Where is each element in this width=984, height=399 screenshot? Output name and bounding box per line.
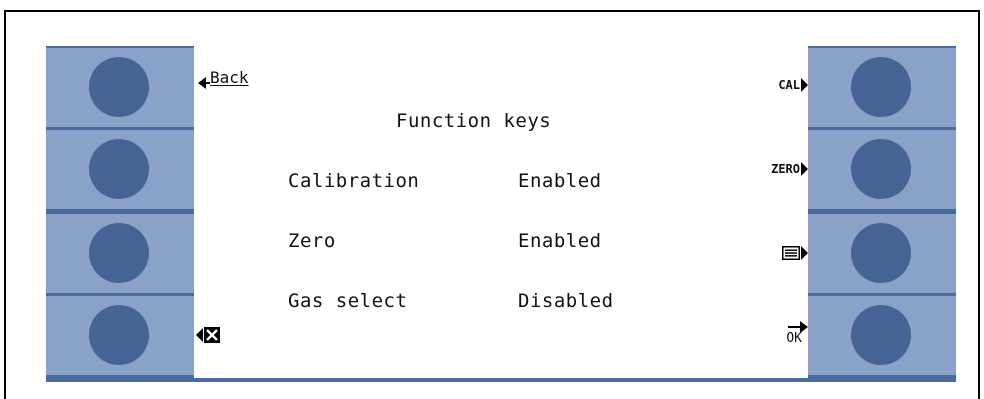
arrow-right-icon [801,246,808,260]
row-value-calibration: Enabled [518,170,602,192]
left-key-slot-4 [46,296,194,375]
arrow-left-icon [196,328,203,342]
right-key-slot-2 [808,130,956,209]
back-softkey-label: Back [198,68,249,90]
row-value-gas-select: Disabled [518,290,614,312]
right-key-3-list[interactable] [851,223,911,283]
cancel-x-icon [204,327,220,343]
list-softkey-label [782,246,808,260]
cal-label: CAL [778,78,800,92]
zero-label: ZERO [771,162,800,176]
row-name-calibration: Calibration [288,170,420,192]
right-key-1-cal[interactable] [851,57,911,117]
right-key-4-ok[interactable] [851,305,911,365]
ok-label: OK [786,331,802,346]
page-title: Function keys [396,110,552,132]
arrow-right-icon [801,162,808,176]
left-key-slot-3 [46,214,194,293]
left-key-3[interactable] [89,223,149,283]
zero-softkey-label: ZERO [771,162,808,176]
back-label: Back [210,68,249,87]
row-name-zero: Zero [288,230,336,252]
row-name-gas-select: Gas select [288,290,408,312]
left-key-1-back[interactable] [89,57,149,117]
left-key-4-cancel[interactable] [89,305,149,365]
arrow-right-icon [801,78,808,92]
right-key-slot-3 [808,214,956,293]
left-key-slot-2 [46,130,194,209]
cal-softkey-label: CAL [778,78,808,92]
left-key-2[interactable] [89,139,149,199]
right-key-slot-4 [808,296,956,375]
back-arrow-icon [198,77,210,89]
left-button-column [46,46,194,382]
control-panel: Back Function keys Calibration Enabled Z… [46,46,956,382]
display-screen: Back Function keys Calibration Enabled Z… [194,46,808,378]
right-button-column [808,46,956,382]
right-key-slot-1 [808,48,956,127]
left-key-slot-1 [46,48,194,127]
right-key-2-zero[interactable] [851,139,911,199]
row-value-zero: Enabled [518,230,602,252]
ok-softkey-label: OK [786,320,808,346]
cancel-softkey-label [196,327,220,343]
list-icon [782,246,800,260]
